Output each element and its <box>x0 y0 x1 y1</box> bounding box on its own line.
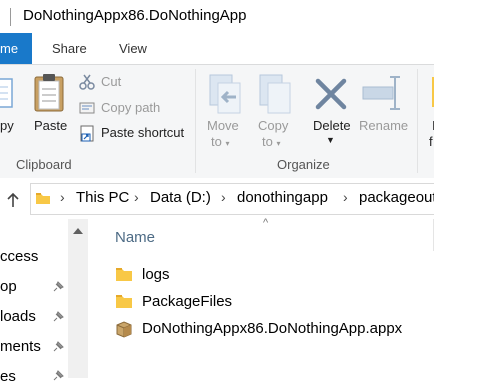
breadcrumb-chevron[interactable]: › <box>221 189 226 205</box>
breadcrumb-chevron[interactable]: › <box>134 189 139 205</box>
move-to-button[interactable]: Move to ▾ <box>204 65 248 155</box>
paste-label: Paste <box>34 118 68 133</box>
file-name: logs <box>142 266 170 283</box>
up-button[interactable] <box>3 189 23 211</box>
pin-icon <box>53 370 64 381</box>
move-to-label-1: Move <box>207 118 239 133</box>
window-edge-mask <box>434 33 480 378</box>
group-separator <box>195 69 196 173</box>
pin-icon <box>53 311 64 322</box>
nav-item-documents[interactable]: ments <box>0 338 41 355</box>
copy-path-label: Copy path <box>101 100 161 115</box>
organize-group-label: Organize <box>277 157 330 172</box>
breadcrumb-donothingapp[interactable]: donothingapp <box>237 189 328 206</box>
folder-icon <box>116 268 132 281</box>
copy-icon <box>0 78 13 108</box>
clipboard-group-label: Clipboard <box>16 157 72 172</box>
clipboard-icon <box>34 74 64 112</box>
delete-dropdown-arrow[interactable]: ▼ <box>326 132 335 148</box>
tab-home[interactable]: me <box>0 33 32 64</box>
file-name: PackageFiles <box>142 293 233 310</box>
scissors-icon <box>79 74 95 90</box>
nav-item-desktop[interactable]: op <box>0 278 17 295</box>
move-to-icon <box>209 74 241 114</box>
title-separator <box>10 8 11 26</box>
nav-item-quick-access[interactable]: ccess <box>0 248 38 265</box>
sort-caret-icon: ^ <box>263 217 269 229</box>
file-row-logs[interactable]: logs <box>115 263 415 289</box>
paste-shortcut-button[interactable]: Paste shortcut <box>79 122 194 144</box>
file-row-appx[interactable]: DoNothingAppx86.DoNothingApp.appx <box>115 317 425 343</box>
column-separator[interactable] <box>433 219 434 251</box>
delete-x-icon <box>315 78 347 110</box>
up-arrow-icon <box>7 192 19 207</box>
chevron-up-icon <box>73 228 83 234</box>
copy-to-label-2: to ▾ <box>262 134 281 149</box>
new-label-2: f <box>429 134 433 149</box>
nav-scroll-up-button[interactable] <box>68 221 88 241</box>
copy-button[interactable]: py <box>0 65 22 155</box>
breadcrumb-chevron[interactable]: › <box>60 189 65 205</box>
cut-label: Cut <box>101 74 122 89</box>
nav-item-pictures[interactable]: es <box>0 368 16 385</box>
nav-item-downloads[interactable]: loads <box>0 308 36 325</box>
paste-button[interactable]: Paste <box>30 65 70 155</box>
cut-button[interactable]: Cut <box>79 71 179 93</box>
tab-share[interactable]: Share <box>52 33 87 64</box>
group-separator <box>417 69 418 173</box>
folder-icon <box>116 295 132 308</box>
delete-button[interactable]: Delete ▼ <box>308 65 354 155</box>
copy-path-icon <box>79 102 95 114</box>
tab-view[interactable]: View <box>119 33 147 64</box>
rename-label: Rename <box>359 118 409 133</box>
column-header-name[interactable]: Name <box>115 229 155 246</box>
file-row-packagefiles[interactable]: PackageFiles <box>115 290 415 316</box>
rename-button[interactable]: Rename <box>357 65 409 155</box>
pin-icon <box>53 341 64 352</box>
paste-shortcut-label: Paste shortcut <box>101 125 185 140</box>
file-name: DoNothingAppx86.DoNothingApp.appx <box>142 320 403 337</box>
window-title: DoNothingAppx86.DoNothingApp <box>23 7 247 24</box>
paste-shortcut-icon <box>80 125 94 142</box>
copy-label: py <box>0 118 14 133</box>
rename-icon <box>362 76 400 110</box>
copy-path-button[interactable]: Copy path <box>79 97 189 119</box>
pin-icon <box>53 281 64 292</box>
ribbon-tab-row: me Share View <box>0 33 434 64</box>
breadcrumb-this-pc[interactable]: This PC <box>76 189 129 206</box>
folder-icon <box>36 193 50 204</box>
breadcrumb-data-drive[interactable]: Data (D:) <box>150 189 211 206</box>
move-to-label-2: to ▾ <box>211 134 230 149</box>
copy-to-button[interactable]: Copy to ▾ <box>254 65 298 155</box>
breadcrumb-packageout[interactable]: packageout <box>359 189 437 206</box>
package-icon <box>116 321 132 338</box>
copy-to-label-1: Copy <box>258 118 289 133</box>
ribbon: py Paste Cut Copy path Paste shortcut Cl… <box>0 64 434 179</box>
nav-scrollbar[interactable] <box>68 219 88 378</box>
tab-home-label: me <box>0 41 19 56</box>
copy-to-icon <box>259 74 291 114</box>
new-folder-button[interactable]: I f <box>424 65 434 155</box>
breadcrumb-chevron[interactable]: › <box>343 189 348 205</box>
